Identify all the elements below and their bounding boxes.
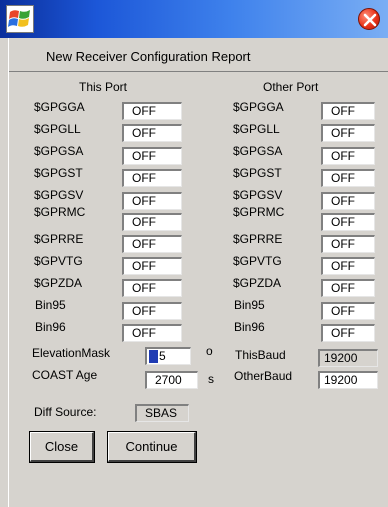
- other-port-gpzda-field[interactable]: OFF: [321, 279, 375, 297]
- other-port-gprre-field[interactable]: OFF: [321, 235, 375, 253]
- other-port-gpgsa-field[interactable]: OFF: [321, 147, 375, 165]
- this-port-label-gprmc: $GPRMC: [34, 205, 86, 219]
- this-port-gprmc-field[interactable]: OFF: [122, 213, 182, 231]
- this-port-label-gpvtg: $GPVTG: [34, 254, 83, 268]
- degree-unit: o: [206, 344, 213, 358]
- this-port-gpgsa-field[interactable]: OFF: [122, 147, 182, 165]
- close-button-label: Close: [44, 439, 79, 454]
- other-port-bin95-field[interactable]: OFF: [321, 302, 375, 320]
- other-port-label-bin96: Bin96: [234, 320, 265, 334]
- other-port-label-gpgga: $GPGGA: [233, 100, 284, 114]
- this-port-label-bin95: Bin95: [35, 298, 66, 312]
- this-port-gprre-field[interactable]: OFF: [122, 235, 182, 253]
- other-port-label-gpgsa: $GPGSA: [233, 144, 283, 158]
- other-port-label-gpgll: $GPGLL: [233, 122, 280, 136]
- report-window: New Receiver Configuration Report This P…: [8, 38, 388, 507]
- this-port-gpgst-field[interactable]: OFF: [122, 169, 182, 187]
- other-port-label-gpgst: $GPGST: [233, 166, 282, 180]
- this-port-gpvtg-field[interactable]: OFF: [122, 257, 182, 275]
- elevation-mask-input[interactable]: 5: [145, 347, 191, 365]
- text-cursor-selection: [149, 350, 158, 363]
- other-baud-label: OtherBaud: [234, 369, 293, 383]
- coast-age-label: COAST Age: [32, 368, 98, 382]
- this-port-label-gprre: $GPRRE: [34, 232, 84, 246]
- close-button[interactable]: Close: [29, 431, 95, 463]
- elevation-mask-label: ElevationMask: [32, 346, 111, 360]
- seconds-unit: s: [208, 372, 214, 386]
- this-port-label-gpzda: $GPZDA: [34, 276, 83, 290]
- other-port-gprmc-field[interactable]: OFF: [321, 213, 375, 231]
- this-port-gpgsv-field[interactable]: OFF: [122, 192, 182, 210]
- this-port-label-gpgga: $GPGGA: [34, 100, 85, 114]
- other-port-gpgst-field[interactable]: OFF: [321, 169, 375, 187]
- other-port-label-gpzda: $GPZDA: [233, 276, 282, 290]
- elevation-mask-value: 5: [159, 349, 166, 363]
- this-port-bin95-field[interactable]: OFF: [122, 302, 182, 320]
- coast-age-input[interactable]: 2700: [145, 371, 198, 389]
- title-bar: [0, 0, 388, 38]
- continue-button-label: Continue: [125, 439, 178, 454]
- windows-flag-icon[interactable]: [6, 5, 34, 33]
- other-port-label-gpgsv: $GPGSV: [233, 188, 283, 202]
- other-port-label-gpvtg: $GPVTG: [233, 254, 282, 268]
- this-port-label-gpgsv: $GPGSV: [34, 188, 84, 202]
- diff-source-field[interactable]: SBAS: [135, 404, 189, 422]
- this-port-gpzda-field[interactable]: OFF: [122, 279, 182, 297]
- this-port-label-gpgst: $GPGST: [34, 166, 83, 180]
- this-port-bin96-field[interactable]: OFF: [122, 324, 182, 342]
- close-icon: [363, 13, 377, 27]
- this-port-label-bin96: Bin96: [35, 320, 66, 334]
- close-window-button[interactable]: [358, 8, 380, 30]
- report-header: New Receiver Configuration Report: [9, 38, 388, 72]
- this-port-label-gpgll: $GPGLL: [34, 122, 81, 136]
- other-baud-field[interactable]: 19200: [318, 371, 378, 389]
- other-port-gpvtg-field[interactable]: OFF: [321, 257, 375, 275]
- other-port-label-bin95: Bin95: [234, 298, 265, 312]
- this-baud-field[interactable]: 19200: [318, 349, 378, 367]
- continue-button[interactable]: Continue: [107, 431, 197, 463]
- report-title: New Receiver Configuration Report: [46, 49, 251, 64]
- this-baud-label: ThisBaud: [235, 348, 286, 362]
- this-port-label-gpgsa: $GPGSA: [34, 144, 84, 158]
- diff-source-label: Diff Source:: [34, 405, 97, 419]
- other-port-heading: Other Port: [263, 80, 319, 94]
- other-port-gpgll-field[interactable]: OFF: [321, 124, 375, 142]
- other-port-bin96-field[interactable]: OFF: [321, 324, 375, 342]
- this-port-heading: This Port: [79, 80, 128, 94]
- other-port-label-gprre: $GPRRE: [233, 232, 283, 246]
- other-port-label-gprmc: $GPRMC: [233, 205, 285, 219]
- other-port-gpgga-field[interactable]: OFF: [321, 102, 375, 120]
- this-port-gpgll-field[interactable]: OFF: [122, 124, 182, 142]
- this-port-gpgga-field[interactable]: OFF: [122, 102, 182, 120]
- other-port-gpgsv-field[interactable]: OFF: [321, 192, 375, 210]
